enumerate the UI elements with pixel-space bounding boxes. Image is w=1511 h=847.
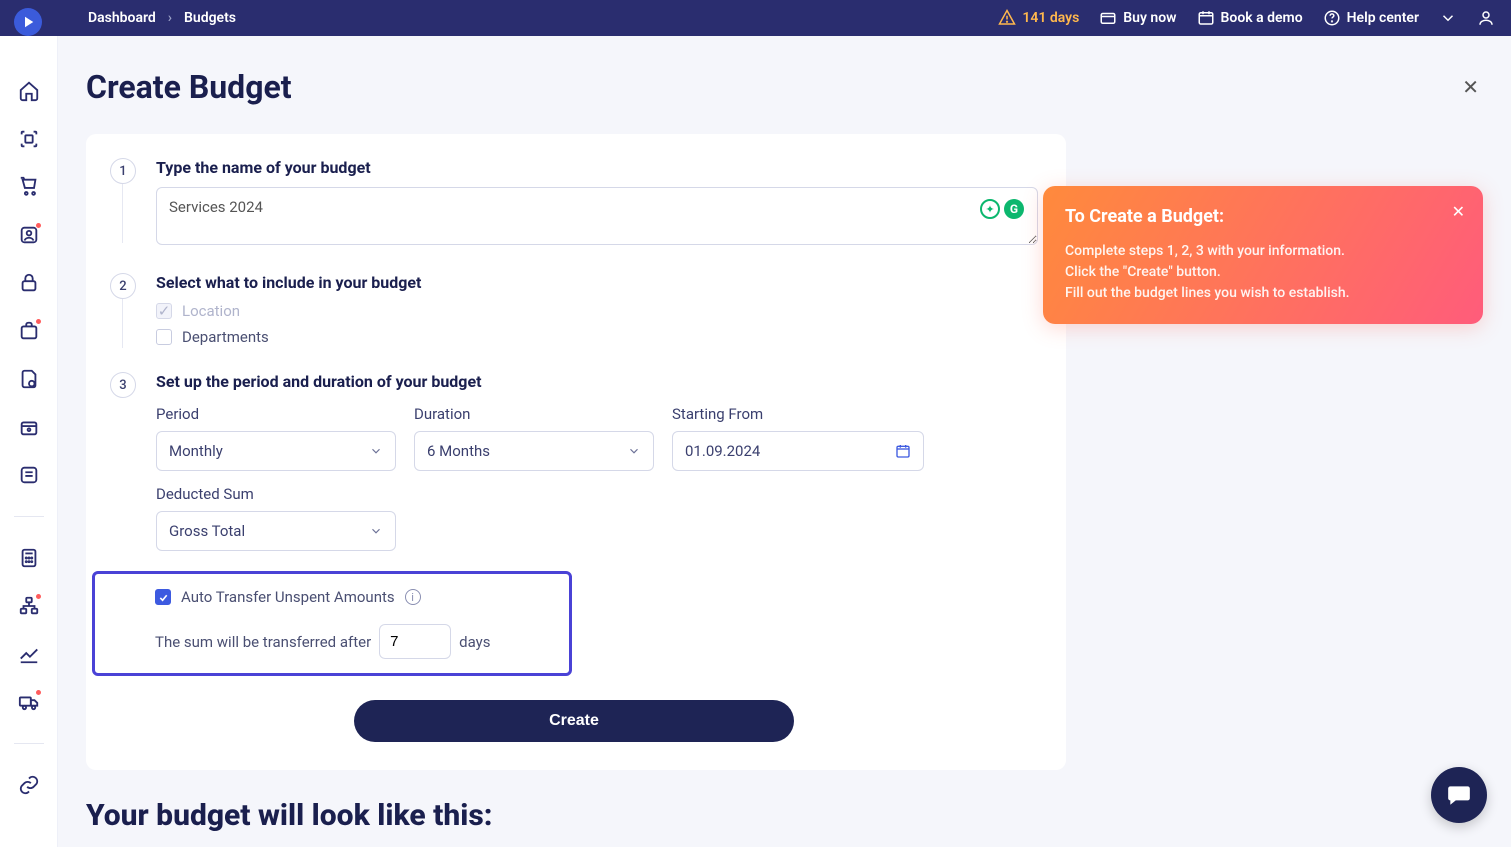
auto-transfer-label: Auto Transfer Unspent Amounts <box>181 588 395 606</box>
truck-icon[interactable] <box>18 691 40 713</box>
user-box-icon[interactable] <box>18 224 40 246</box>
tip-line-2: Click the "Create" button. <box>1065 262 1461 283</box>
breadcrumb-root[interactable]: Dashboard <box>88 10 156 26</box>
step-2-marker: 2 <box>110 273 136 299</box>
create-budget-card: 1 Type the name of your budget ✦ G <box>86 134 1066 770</box>
calculator-icon[interactable] <box>18 547 40 569</box>
package-icon[interactable] <box>18 416 40 438</box>
chevron-down-icon <box>627 444 641 458</box>
case-icon[interactable] <box>18 320 40 342</box>
step-3-marker: 3 <box>110 372 136 398</box>
book-demo-button[interactable]: Book a demo <box>1197 9 1303 27</box>
duration-label: Duration <box>414 405 654 423</box>
chat-bubble[interactable] <box>1431 767 1487 823</box>
app-logo[interactable] <box>14 8 42 36</box>
breadcrumb: Dashboard › Budgets <box>16 10 236 26</box>
breadcrumb-sep: › <box>168 10 172 26</box>
top-bar: Dashboard › Budgets 141 days Buy now Boo… <box>0 0 1511 36</box>
tip-line-1: Complete steps 1, 2, 3 with your informa… <box>1065 241 1461 262</box>
starting-label: Starting From <box>672 405 924 423</box>
auto-transfer-checkbox[interactable] <box>155 589 171 605</box>
trial-days[interactable]: 141 days <box>998 9 1079 27</box>
grammarly-badges: ✦ G <box>980 199 1024 219</box>
tip-close-icon[interactable]: ✕ <box>1452 202 1465 221</box>
user-icon[interactable] <box>1477 9 1495 27</box>
transfer-post-text: days <box>459 633 490 651</box>
buy-now-button[interactable]: Buy now <box>1099 9 1176 27</box>
extension-icon[interactable]: ✦ <box>980 199 1000 219</box>
budget-name-input[interactable] <box>156 187 1038 245</box>
departments-label: Departments <box>182 328 269 346</box>
document-icon[interactable] <box>18 368 40 390</box>
auto-transfer-highlight: Auto Transfer Unspent Amounts i The sum … <box>92 571 572 676</box>
transfer-pre-text: The sum will be transferred after <box>155 633 371 651</box>
breadcrumb-current[interactable]: Budgets <box>184 10 236 26</box>
chevron-down-icon <box>369 524 383 538</box>
chart-icon[interactable] <box>18 643 40 665</box>
calendar-icon <box>895 443 911 459</box>
location-label: Location <box>182 302 240 320</box>
stack-icon[interactable] <box>18 464 40 486</box>
departments-checkbox[interactable] <box>156 329 172 345</box>
main-content: Create Budget ✕ 1 Type the name of your … <box>58 36 1511 847</box>
location-checkbox: ✓ <box>156 303 172 319</box>
trial-text: 141 days <box>1022 10 1079 26</box>
starting-date-input[interactable]: 01.09.2024 <box>672 431 924 471</box>
link-icon[interactable] <box>18 774 40 796</box>
grammarly-icon[interactable]: G <box>1004 199 1024 219</box>
page-title: Create Budget <box>86 68 292 106</box>
deducted-select[interactable]: Gross Total <box>156 511 396 551</box>
deducted-label: Deducted Sum <box>156 485 396 503</box>
sitemap-icon[interactable] <box>18 595 40 617</box>
chevron-down-icon <box>369 444 383 458</box>
info-icon[interactable]: i <box>405 589 421 605</box>
help-center-button[interactable]: Help center <box>1323 9 1419 27</box>
step-2-title: Select what to include in your budget <box>156 273 1038 292</box>
step-3-title: Set up the period and duration of your b… <box>156 372 1038 391</box>
cart-icon[interactable] <box>18 176 40 198</box>
period-select[interactable]: Monthly <box>156 431 396 471</box>
preview-heading: Your budget will look like this: <box>86 798 1483 833</box>
close-icon[interactable]: ✕ <box>1458 71 1483 103</box>
topbar-right: 141 days Buy now Book a demo Help center <box>998 9 1495 27</box>
step-1-marker: 1 <box>110 158 136 184</box>
tip-title: To Create a Budget: <box>1065 206 1461 227</box>
step-1-title: Type the name of your budget <box>156 158 1038 177</box>
period-label: Period <box>156 405 396 423</box>
tip-line-3: Fill out the budget lines you wish to es… <box>1065 283 1461 304</box>
chevron-down-icon[interactable] <box>1439 9 1457 27</box>
lock-icon[interactable] <box>18 272 40 294</box>
tip-panel: ✕ To Create a Budget: Complete steps 1, … <box>1043 186 1483 324</box>
create-button[interactable]: Create <box>354 700 794 742</box>
sidebar <box>0 36 58 847</box>
transfer-days-input[interactable] <box>379 624 451 659</box>
scan-icon[interactable] <box>18 128 40 150</box>
home-icon[interactable] <box>18 80 40 102</box>
duration-select[interactable]: 6 Months <box>414 431 654 471</box>
